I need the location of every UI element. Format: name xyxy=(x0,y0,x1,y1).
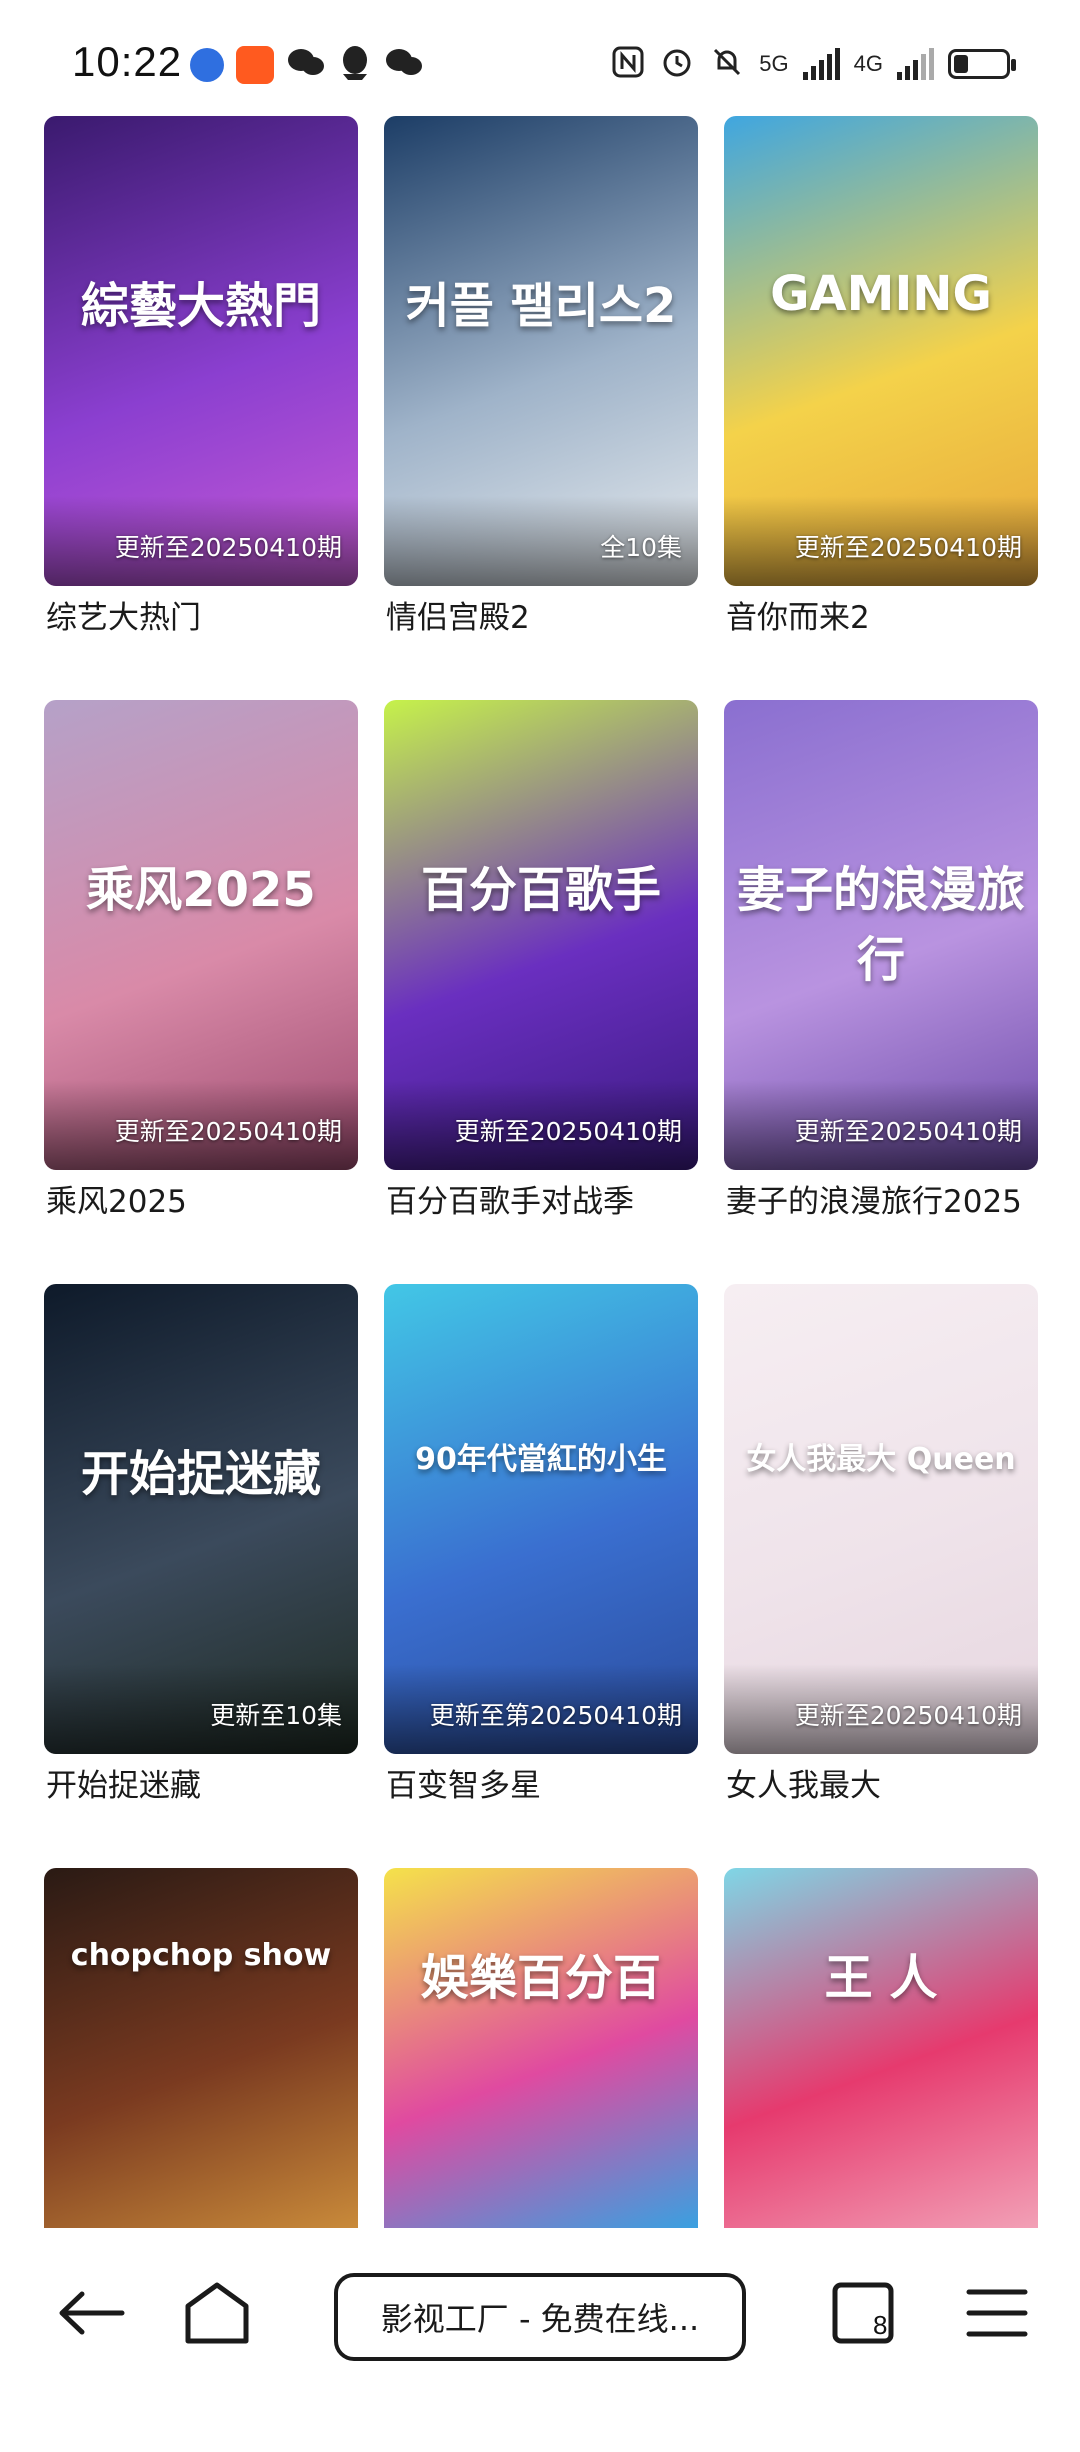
poster-artwork xyxy=(724,1868,1038,2228)
home-button[interactable] xyxy=(172,2268,262,2358)
episode-badge: 更新至20250410期 xyxy=(114,1117,342,1146)
poster-art-text: 乘风2025 xyxy=(86,862,316,918)
show-title[interactable]: 综艺大热门 xyxy=(46,592,201,637)
menu-button[interactable] xyxy=(952,2268,1042,2358)
system-status-icons: 5G 4G xyxy=(611,44,1016,84)
show-title[interactable]: 妻子的浪漫旅行2025 xyxy=(726,1176,1022,1221)
back-arrow-icon xyxy=(59,2291,125,2335)
qq-icon xyxy=(338,44,372,86)
battery-icon xyxy=(948,49,1016,79)
home-icon xyxy=(185,2282,249,2344)
show-poster[interactable]: 女人我最大 Queen 更新至20250410期 xyxy=(724,1284,1038,1754)
show-title[interactable]: 女人我最大 xyxy=(726,1760,881,1805)
poster-art-text: chopchop show xyxy=(70,1938,332,1973)
show-poster[interactable]: 开始捉迷藏更新至10集 xyxy=(44,1284,358,1754)
address-bar[interactable]: 影视工厂 - 免费在线... xyxy=(334,2273,746,2361)
network-4g-label: 4G xyxy=(853,51,883,76)
episode-badge: 更新至20250410期 xyxy=(794,1117,1022,1146)
episode-badge: 更新至20250410期 xyxy=(794,533,1022,562)
show-poster[interactable]: chopchop show xyxy=(44,1868,358,2228)
poster-art-text: 커플 팰리스2 xyxy=(405,278,677,334)
browser-bottom-bar: 影视工厂 - 免费在线... 8 xyxy=(0,2228,1080,2398)
network-5g-label: 5G xyxy=(759,51,789,76)
show-poster[interactable]: 王 人 xyxy=(724,1868,1038,2228)
show-title[interactable]: 音你而来2 xyxy=(726,592,870,637)
show-title[interactable]: 情侣宫殿2 xyxy=(386,592,530,637)
show-title[interactable]: 开始捉迷藏 xyxy=(46,1760,201,1805)
show-poster[interactable]: 綜藝大熱門更新至20250410期 xyxy=(44,116,358,586)
kuaishou-icon xyxy=(236,46,274,84)
episode-badge: 更新至20250410期 xyxy=(454,1117,682,1146)
wechat-icon xyxy=(286,46,326,84)
episode-badge: 更新至20250410期 xyxy=(794,1701,1022,1730)
wechat-icon xyxy=(384,46,424,84)
episode-badge: 更新至20250410期 xyxy=(114,533,342,562)
episode-badge: 更新至第20250410期 xyxy=(429,1701,682,1730)
poster-art-text: 百分百歌手 xyxy=(420,862,661,918)
show-card[interactable]: 女人我最大 Queen 更新至20250410期女人我最大 xyxy=(724,1284,1038,1868)
show-card[interactable]: 百分百歌手更新至20250410期百分百歌手对战季 xyxy=(384,700,698,1284)
nfc-icon xyxy=(611,45,645,83)
show-poster[interactable]: 90年代當紅的小生更新至第20250410期 xyxy=(384,1284,698,1754)
signal-bars-icon xyxy=(802,48,840,80)
tabs-button[interactable] xyxy=(818,2268,908,2358)
poster-art-text: 娛樂百分百 xyxy=(420,1950,661,2006)
poster-artwork xyxy=(44,1868,358,2228)
show-title[interactable]: 乘风2025 xyxy=(46,1176,187,1221)
show-poster[interactable]: 娛樂百分百 xyxy=(384,1868,698,2228)
show-poster[interactable]: 百分百歌手更新至20250410期 xyxy=(384,700,698,1170)
poster-art-text: 90年代當紅的小生 xyxy=(415,1442,667,1477)
menu-icon xyxy=(966,2289,1028,2337)
show-card[interactable]: 커플 팰리스2 全10集情侣宫殿2 xyxy=(384,116,698,700)
address-bar-text: 影视工厂 - 免费在线... xyxy=(380,2300,700,2338)
poster-art-text: 女人我最大 Queen xyxy=(746,1442,1016,1477)
show-poster[interactable]: 커플 팰리스2 全10集 xyxy=(384,116,698,586)
show-title[interactable]: 百变智多星 xyxy=(386,1760,541,1805)
show-card[interactable]: 乘风2025 更新至20250410期 乘风2025 xyxy=(44,700,358,1284)
show-card[interactable]: 开始捉迷藏 更新至10集 开始捉迷藏 xyxy=(44,1284,358,1868)
signal-bars-icon xyxy=(897,48,934,80)
tab-count: 8 xyxy=(873,2310,888,2340)
back-button[interactable] xyxy=(46,2268,136,2358)
show-title[interactable]: 百分百歌手对战季 xyxy=(386,1176,634,1221)
status-bar: 10:22 5G 4G xyxy=(0,0,1080,110)
episode-badge: 全10集 xyxy=(600,533,682,562)
poster-art-text: 王 人 xyxy=(824,1950,938,2006)
notification-icons xyxy=(190,44,424,86)
poster-art-text: 妻子的浪漫旅行 xyxy=(736,862,1025,988)
alarm-icon xyxy=(659,44,695,84)
show-poster[interactable]: 妻子的浪漫旅行更新至20250410期 xyxy=(724,700,1038,1170)
poster-art-text: 开始捉迷藏 xyxy=(80,1446,321,1502)
show-poster[interactable]: 乘风2025 更新至20250410期 xyxy=(44,700,358,1170)
status-time: 10:22 xyxy=(72,38,183,85)
show-poster[interactable]: GAMING 更新至20250410期 xyxy=(724,116,1038,586)
poster-art-text: GAMING xyxy=(770,266,992,322)
poster-art-text: 綜藝大熱門 xyxy=(80,278,321,334)
show-grid: 綜藝大熱門 更新至20250410期 综艺大热门 커플 팰리스2 全10集 情侣宫殿2 GA… xyxy=(44,116,1040,2452)
mute-icon xyxy=(709,44,745,84)
show-card[interactable]: 妻子的浪漫旅行更新至20250410期妻子的浪漫旅行2025 xyxy=(724,700,1038,1284)
episode-badge: 更新至10集 xyxy=(210,1701,342,1730)
app-notification-icon xyxy=(190,48,224,82)
show-card[interactable]: GAMING 更新至20250410期音你而来2 xyxy=(724,116,1038,700)
show-card[interactable]: 90年代當紅的小生更新至第20250410期百变智多星 xyxy=(384,1284,698,1868)
show-card[interactable]: 綜藝大熱門更新至20250410期综艺大热门 xyxy=(44,116,358,700)
poster-artwork xyxy=(384,1868,698,2228)
